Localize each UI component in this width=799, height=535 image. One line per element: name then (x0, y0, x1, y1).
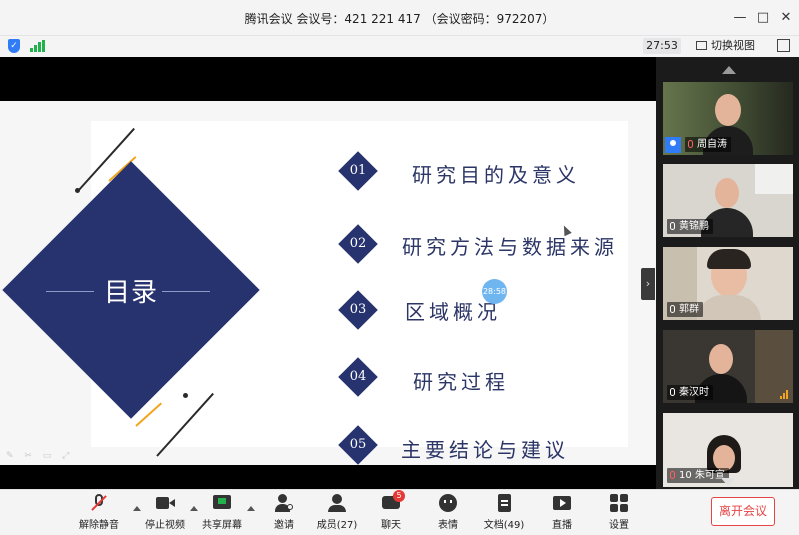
reactions-button[interactable]: 表情 (420, 494, 476, 531)
stop-video-label: 停止视频 (145, 520, 185, 531)
shield-icon[interactable]: ✓ (8, 39, 20, 53)
title-bar: 腾讯会议 会议号：421 221 417 （会议密码：972207） — □ ✕ (0, 0, 799, 36)
participant-video (697, 295, 761, 320)
annotation-tools-icon[interactable]: ✎ ✂ ▭ ⤢ (6, 451, 73, 461)
toc-number: 03 (349, 302, 367, 317)
participant-video (715, 94, 741, 126)
share-screen-icon (213, 494, 231, 512)
members-label: 成员(27) (316, 520, 358, 531)
live-broadcast-icon (553, 494, 571, 512)
grid-view-icon (696, 41, 707, 50)
chat-button[interactable]: 5 聊天 (363, 490, 419, 531)
network-signal-icon[interactable] (30, 40, 46, 52)
meeting-timer: 27:53 (643, 38, 681, 54)
participant-tile[interactable]: 秦汉时 (663, 330, 793, 403)
documents-label: 文档(49) (483, 520, 525, 531)
toc-number: 04 (349, 369, 367, 384)
close-button[interactable]: ✕ (777, 9, 795, 27)
settings-label: 设置 (609, 520, 629, 531)
participant-name: 黄锦鹏 (667, 219, 713, 234)
leave-meeting-button[interactable]: 离开会议 (711, 497, 775, 526)
scroll-up-icon[interactable] (722, 66, 736, 74)
mic-muted-icon (670, 471, 675, 479)
unmute-label: 解除静音 (79, 520, 119, 531)
presenter-timer-bubble[interactable]: 28:58 (482, 279, 507, 304)
slide-deco-dot (183, 393, 188, 398)
mic-muted-icon (90, 494, 108, 512)
settings-grid-icon (610, 494, 628, 512)
live-stream-button[interactable]: 直播 (534, 494, 590, 531)
toc-item: 研究方法与数据来源 (402, 235, 618, 259)
add-user-icon (275, 494, 293, 512)
share-screen-button[interactable]: 共享屏幕 (194, 494, 250, 531)
collapse-panel-button[interactable]: › (641, 268, 655, 300)
video-background (755, 164, 793, 194)
fullscreen-icon[interactable] (777, 39, 790, 52)
participant-video (709, 344, 733, 374)
members-button[interactable]: 成员(27) (309, 494, 365, 531)
meeting-title: 腾讯会议 会议号：421 221 417 （会议密码：972207） (244, 12, 555, 26)
emoji-icon (439, 494, 457, 512)
participant-name: 郭群 (667, 302, 703, 317)
share-screen-label: 共享屏幕 (202, 520, 242, 531)
toc-number: 05 (349, 437, 367, 452)
mic-icon (670, 222, 675, 230)
toc-item: 研究过程 (413, 370, 509, 394)
unmute-button[interactable]: 解除静音 (71, 494, 127, 531)
minimize-button[interactable]: — (731, 9, 749, 27)
slide-deco-dot (75, 188, 80, 193)
live-stream-label: 直播 (552, 520, 572, 531)
toc-item: 主要结论与建议 (401, 438, 569, 462)
slide-heading: 目录 (103, 278, 158, 308)
participant-video (707, 249, 751, 269)
participant-tile[interactable]: 10 朱可宣 (663, 413, 793, 487)
participant-name: 秦汉时 (667, 385, 713, 400)
chat-unread-badge: 5 (393, 490, 405, 502)
video-camera-icon (156, 494, 175, 512)
reactions-label: 表情 (438, 520, 458, 531)
participant-tile[interactable]: 郭群 (663, 247, 793, 320)
participant-name: 10 朱可宣 (667, 468, 729, 483)
mic-icon (670, 388, 675, 396)
mic-muted-icon (688, 140, 693, 148)
scroll-down-icon[interactable] (721, 478, 735, 486)
participant-tile[interactable]: 周自涛 (663, 82, 793, 155)
invite-button[interactable]: 邀请 (256, 494, 312, 531)
chat-bubble-icon: 5 (382, 490, 405, 512)
switch-view-label: 切换视图 (711, 39, 755, 52)
mic-icon (670, 305, 675, 313)
participant-video (715, 178, 739, 208)
switch-view-button[interactable]: 切换视图 (696, 38, 755, 54)
members-icon (328, 494, 346, 512)
stop-video-button[interactable]: 停止视频 (137, 494, 193, 531)
share-options-caret[interactable] (247, 506, 255, 511)
settings-button[interactable]: 设置 (591, 494, 647, 531)
documents-button[interactable]: 文档(49) (476, 494, 532, 531)
maximize-button[interactable]: □ (754, 9, 772, 27)
participant-tile[interactable]: 黄锦鹏 (663, 164, 793, 237)
toc-number: 01 (349, 163, 367, 178)
document-icon (495, 494, 513, 512)
chat-label: 聊天 (381, 520, 401, 531)
toc-number: 02 (349, 236, 367, 251)
speaking-volume-icon (780, 390, 789, 399)
participant-name: 周自涛 (685, 137, 731, 152)
toc-item: 研究目的及意义 (412, 163, 580, 187)
invite-label: 邀请 (274, 520, 294, 531)
host-user-icon (665, 137, 681, 153)
